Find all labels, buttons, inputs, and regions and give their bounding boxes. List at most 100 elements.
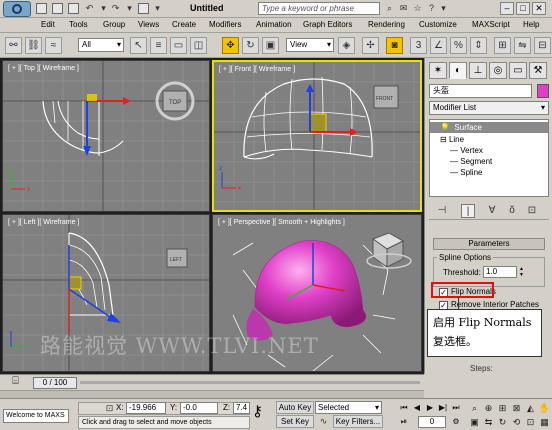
y-coordinate-input[interactable]: -0.0 — [180, 402, 218, 414]
select-manipulate-icon[interactable]: ✢ — [362, 37, 379, 54]
undo-dropdown-icon[interactable]: ▾ — [98, 3, 109, 14]
stack-item-surface[interactable]: 💡 Surface — [430, 122, 548, 133]
make-unique-icon[interactable]: ∀ — [485, 204, 499, 218]
menu-animation[interactable]: Animation — [256, 20, 292, 29]
minimize-button[interactable]: – — [500, 2, 514, 15]
zoom-region-icon[interactable]: ▣ — [468, 416, 481, 428]
mirror-icon[interactable]: ⇋ — [514, 37, 531, 54]
x-coordinate-input[interactable]: -19.966 — [126, 402, 166, 414]
redo-icon[interactable]: ↷ — [110, 3, 121, 14]
redo-dropdown-icon[interactable]: ▾ — [124, 3, 135, 14]
mini-curve-editor-icon[interactable]: ⌸ — [10, 376, 21, 387]
modifier-list-dropdown[interactable]: Modifier List — [429, 101, 549, 115]
pan-view-icon[interactable]: ✋ — [538, 402, 551, 414]
maximize-viewport-icon[interactable]: ⊡ — [524, 416, 537, 428]
select-by-name-icon[interactable]: ≡ — [150, 37, 167, 54]
object-color-swatch[interactable] — [537, 84, 549, 98]
spinner-snap-icon[interactable]: ⇕ — [470, 37, 487, 54]
go-to-start-icon[interactable]: ⏮ — [398, 402, 410, 414]
play-icon[interactable]: ▶ — [424, 402, 436, 414]
viewcube-top-label[interactable]: TOP — [169, 100, 181, 106]
zoom-extents-icon[interactable]: ⊞ — [496, 402, 509, 414]
configure-sets-icon[interactable]: ⊡ — [525, 204, 539, 218]
threshold-input[interactable]: 1.0 — [483, 266, 517, 278]
menu-customize[interactable]: Customize — [419, 20, 457, 29]
key-filter-icon[interactable]: ∿ — [318, 416, 329, 427]
go-to-end-icon[interactable]: ⏭ — [450, 402, 462, 414]
current-frame-input[interactable]: 0 — [418, 416, 446, 428]
app-menu-button[interactable] — [3, 1, 31, 17]
menu-help[interactable]: Help — [523, 20, 539, 29]
snaps-toggle-icon[interactable]: 3 — [410, 37, 427, 54]
named-selection-sets-icon[interactable]: ⊞ — [494, 37, 511, 54]
menu-maxscript[interactable]: MAXScript — [472, 20, 510, 29]
angle-snap-icon[interactable]: ∠ — [430, 37, 447, 54]
previous-frame-icon[interactable]: ◀ — [411, 402, 423, 414]
viewcube-front-label[interactable]: FRONT — [376, 96, 393, 102]
time-configuration-icon[interactable]: ⚙ — [450, 416, 462, 428]
zoom-extents-all-icon[interactable]: ⊠ — [510, 402, 523, 414]
auto-key-button[interactable]: Auto Key — [276, 401, 314, 414]
time-slider[interactable]: 0 / 100 — [33, 377, 77, 389]
viewport-config-icon[interactable]: ▦ — [538, 416, 551, 428]
close-button[interactable]: ✕ — [532, 2, 546, 15]
parameters-rollout-header[interactable]: Parameters — [433, 238, 545, 250]
display-tab-icon[interactable]: ▭ — [509, 62, 527, 79]
help-dropdown-icon[interactable]: ▾ — [438, 3, 449, 14]
menu-modifiers[interactable]: Modifiers — [209, 20, 241, 29]
create-tab-icon[interactable]: ✶ — [429, 62, 447, 79]
menu-rendering[interactable]: Rendering — [368, 20, 405, 29]
walk-through-icon[interactable]: ⇆ — [482, 416, 495, 428]
remove-modifier-icon[interactable]: ŏ — [505, 204, 519, 218]
threshold-spinner[interactable]: ▲ ▼ — [518, 266, 525, 278]
menu-tools[interactable]: Tools — [69, 20, 88, 29]
viewport-front[interactable]: [ + ][ Front ][ Wireframe ] FRONT x z — [212, 60, 422, 212]
reference-coordinate-dropdown[interactable]: View — [286, 38, 334, 52]
maximize-button[interactable]: □ — [516, 2, 530, 15]
key-mode-toggle-icon[interactable]: ⏯ — [398, 416, 410, 428]
object-name-field[interactable]: 头盔 — [429, 84, 532, 98]
link-icon[interactable]: ⚯ — [5, 37, 22, 54]
select-object-icon[interactable]: ↖ — [130, 37, 147, 54]
unlink-icon[interactable]: ⛓ — [25, 37, 42, 54]
time-slider-track[interactable] — [80, 381, 420, 384]
communication-center-icon[interactable]: ✉ — [398, 3, 409, 14]
pin-stack-icon[interactable]: ⊣ — [435, 204, 449, 218]
select-and-rotate-icon[interactable]: ↻ — [242, 37, 259, 54]
key-mode-icon[interactable]: ⚷ — [252, 402, 263, 420]
viewport-top[interactable]: [ + ][ Top ][ Wireframe ] TOP x y — [2, 60, 210, 212]
search-icon[interactable]: ⌕ — [384, 3, 395, 14]
open-file-icon[interactable] — [52, 3, 63, 14]
new-file-icon[interactable] — [36, 3, 47, 14]
trackbar[interactable] — [0, 390, 424, 398]
lock-selection-icon[interactable]: ⊡ — [104, 403, 115, 414]
key-set-dropdown[interactable]: Selected — [315, 401, 382, 414]
quick-access-dropdown-icon[interactable]: ▾ — [152, 3, 163, 14]
hold-icon[interactable] — [138, 3, 149, 14]
stack-item-spline[interactable]: — Spline — [430, 167, 548, 178]
viewport-perspective-label[interactable]: [ + ][ Perspective ][ Smooth + Highlight… — [218, 219, 345, 226]
menu-views[interactable]: Views — [138, 20, 159, 29]
viewcube-left-label[interactable]: LEFT — [170, 257, 182, 263]
stack-item-line[interactable]: ⊟ Line — [430, 134, 548, 145]
viewport-front-label[interactable]: [ + ][ Front ][ Wireframe ] — [219, 66, 295, 73]
utilities-tab-icon[interactable]: ⚒ — [529, 62, 547, 79]
pivot-center-icon[interactable]: ◈ — [338, 37, 355, 54]
zoom-icon[interactable]: ⌕ — [468, 402, 481, 414]
select-and-move-icon[interactable]: ✥ — [222, 37, 239, 54]
favorites-star-icon[interactable]: ☆ — [412, 3, 423, 14]
modify-tab-icon[interactable]: ◐ — [449, 62, 467, 79]
key-filters-button[interactable]: Key Filters... — [333, 415, 383, 428]
zoom-all-icon[interactable]: ⊕ — [482, 402, 495, 414]
orbit-icon[interactable]: ↻ — [496, 416, 509, 428]
z-coordinate-input[interactable]: 7.4 — [233, 402, 250, 414]
show-end-result-icon[interactable]: | — [461, 204, 475, 218]
stack-item-segment[interactable]: — Segment — [430, 156, 548, 167]
align-icon[interactable]: ⊟ — [534, 37, 551, 54]
undo-icon[interactable]: ↶ — [84, 3, 95, 14]
save-file-icon[interactable] — [68, 3, 79, 14]
stack-item-vertex[interactable]: — Vertex — [430, 145, 548, 156]
menu-graph-editors[interactable]: Graph Editors — [303, 20, 352, 29]
menu-create[interactable]: Create — [172, 20, 196, 29]
selection-filter-dropdown[interactable]: All — [78, 38, 124, 52]
